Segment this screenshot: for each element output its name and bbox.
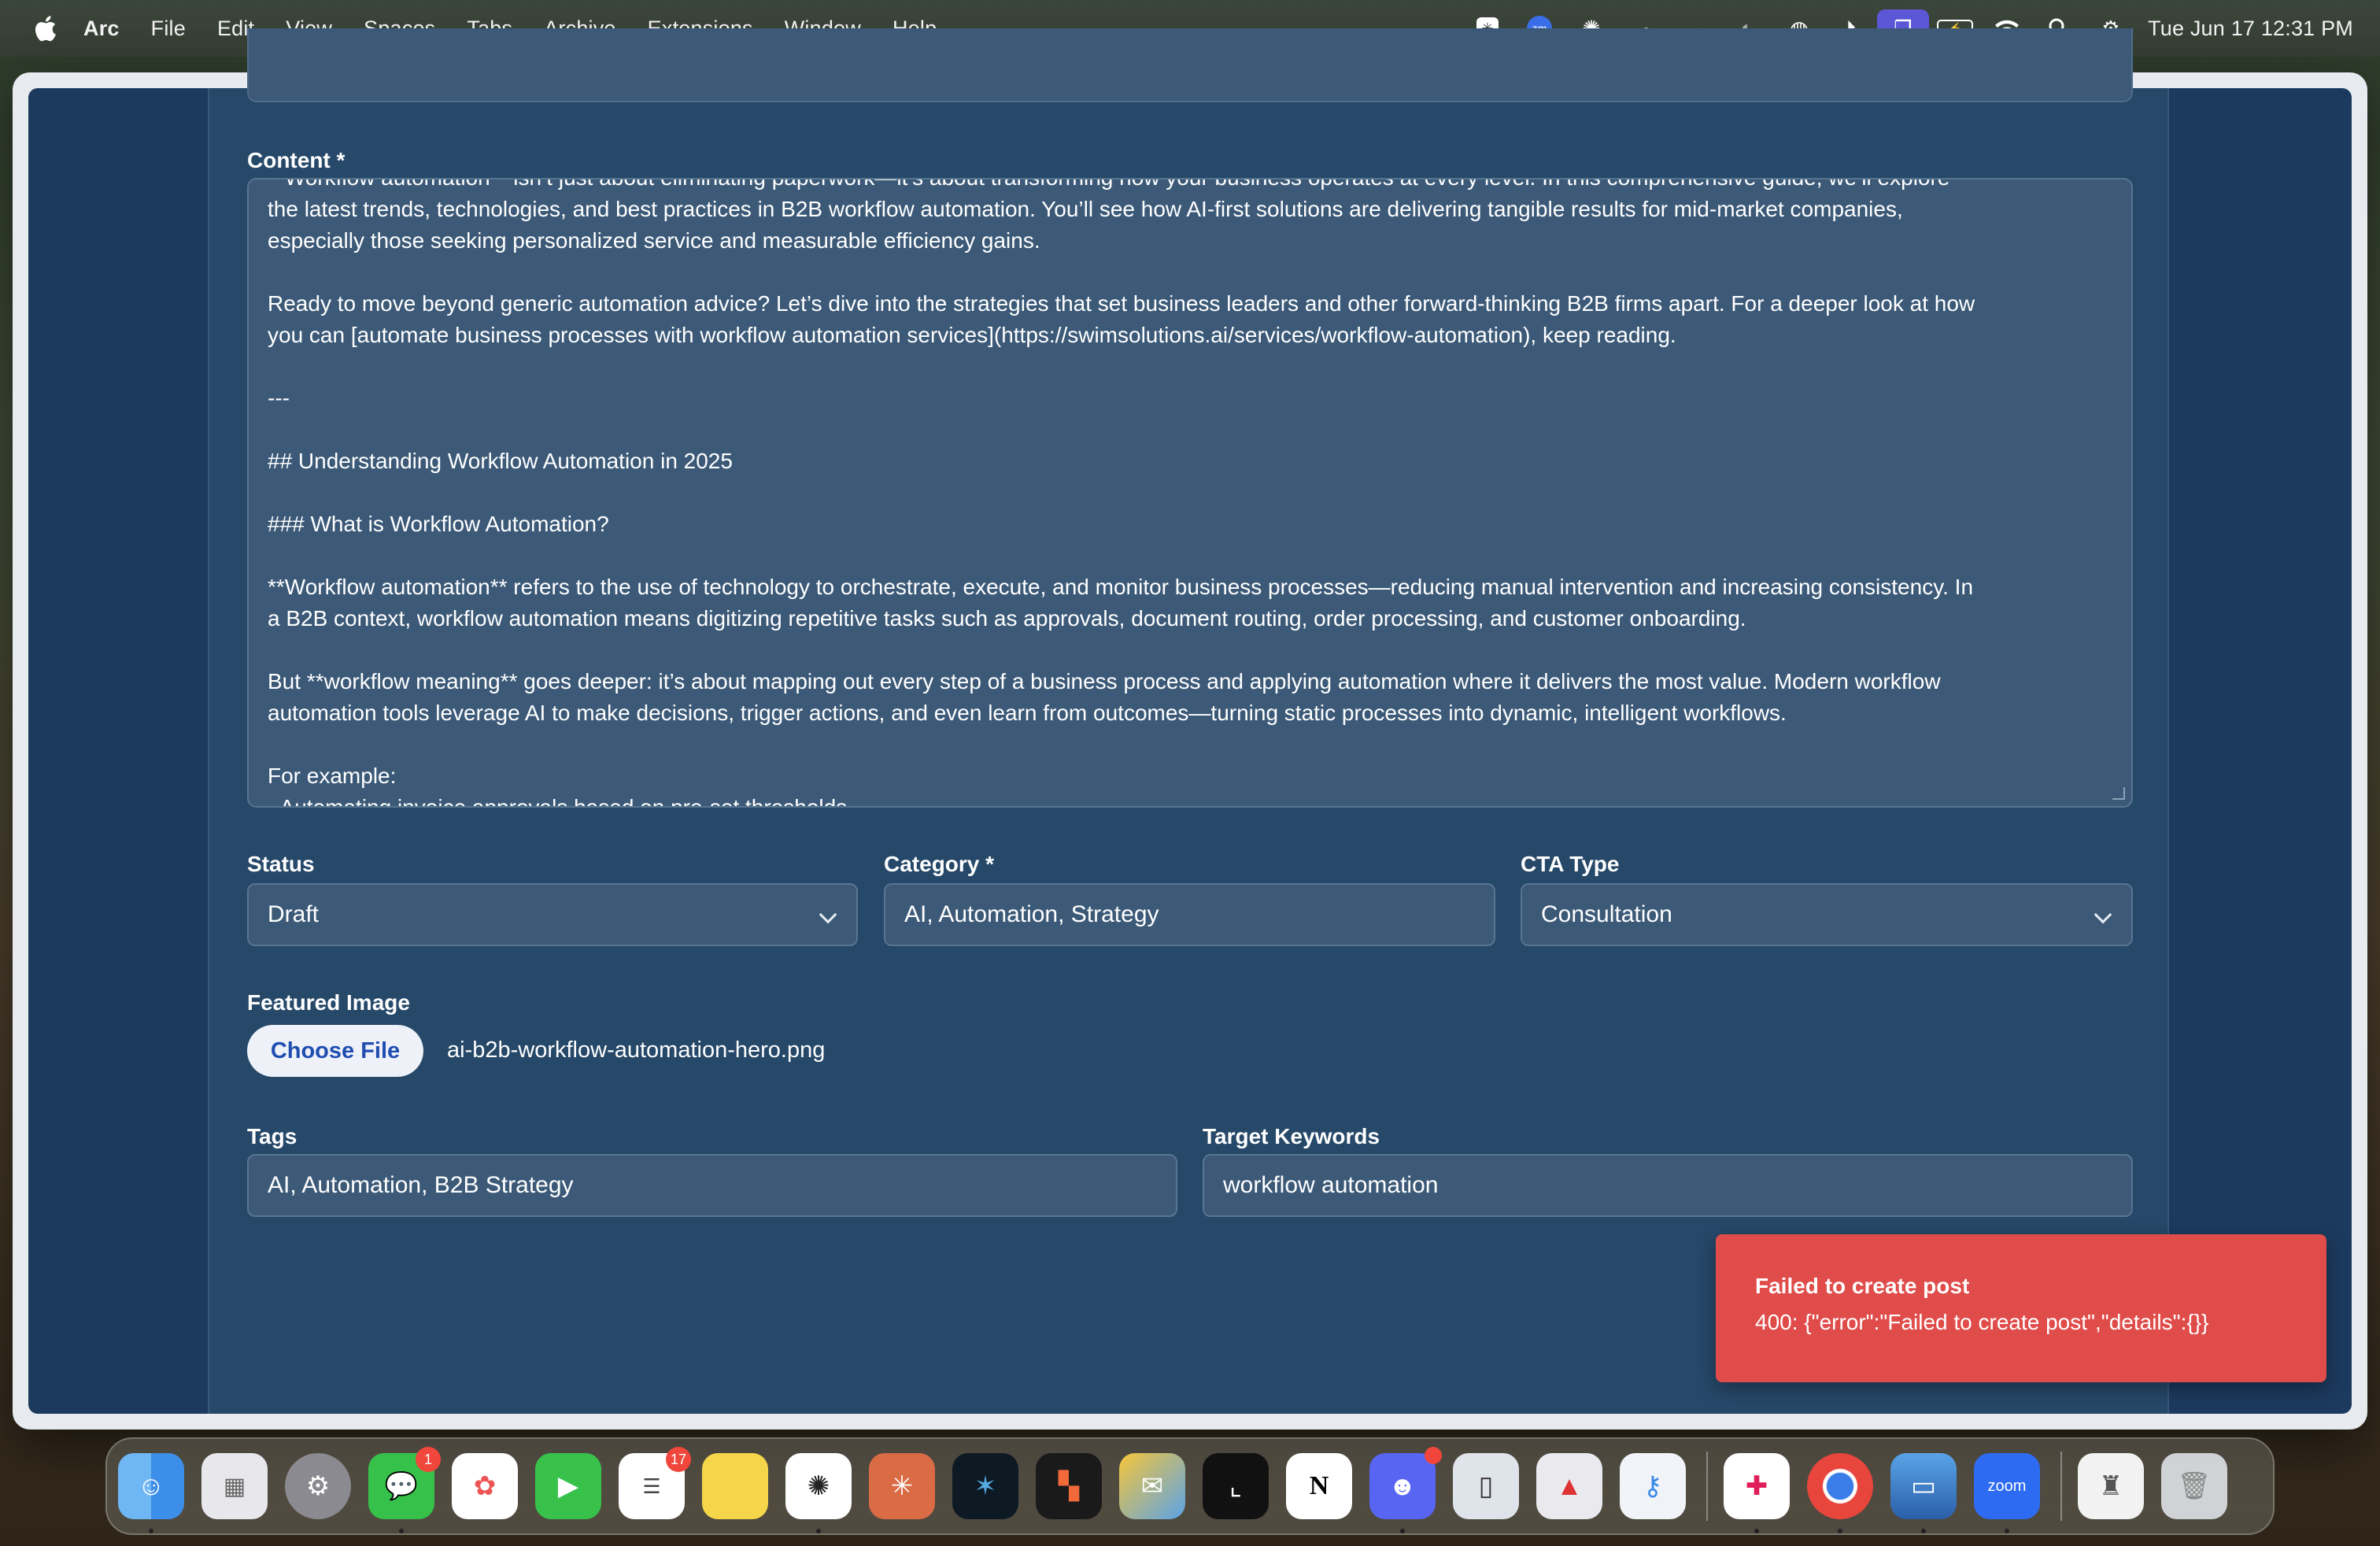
iphone-mirroring-icon[interactable]: ▯ [1453, 1453, 1519, 1519]
content-textarea[interactable]: **Workflow automation** isn’t just about… [247, 178, 2133, 808]
content-label: Content * [247, 148, 346, 172]
content-text: **Workflow automation** isn’t just about… [268, 179, 2112, 808]
messages-icon[interactable]: 💬 1 [368, 1447, 441, 1533]
content-line: ## Understanding Workflow Automation in … [268, 449, 733, 473]
resize-handle-icon[interactable] [2112, 787, 2125, 800]
finder-icon[interactable]: ☺ [118, 1453, 184, 1533]
perplexity-app-icon[interactable]: ✶ [952, 1453, 1018, 1519]
content-line: ### What is Workflow Automation? [268, 512, 609, 536]
menu-app-name[interactable]: Arc [83, 17, 120, 41]
running-indicator [1754, 1529, 1759, 1533]
chrome-icon[interactable] [1807, 1453, 1873, 1533]
content-line [268, 351, 2112, 383]
content-line: automation tools leverage AI to make dec… [268, 701, 1787, 725]
running-indicator [149, 1529, 153, 1533]
target-keywords-value: workflow automation [1223, 1172, 1439, 1198]
selected-file-name: ai-b2b-workflow-automation-hero.png [447, 1037, 826, 1063]
content-line: especially those seeking personalized se… [268, 228, 1040, 253]
content-line: you can [automate business processes wit… [268, 323, 1676, 347]
content-line [268, 414, 2112, 446]
notes-icon[interactable] [702, 1453, 768, 1519]
content-line: a B2B context, workflow automation means… [268, 606, 1746, 631]
reminders-icon[interactable]: ☰ 17 [619, 1447, 691, 1519]
clock[interactable]: Tue Jun 17 12:31 PM [2148, 17, 2353, 41]
chevron-down-icon [819, 905, 837, 924]
discord-icon[interactable]: ☻ [1369, 1447, 1442, 1533]
toast-title: Failed to create post [1755, 1274, 1970, 1298]
tags-label: Tags [247, 1124, 298, 1148]
screenshot-app-icon[interactable]: ⌞ [1203, 1453, 1269, 1519]
content-line [268, 540, 2112, 571]
running-indicator [816, 1529, 821, 1533]
choose-file-button[interactable]: Choose File [247, 1025, 423, 1077]
content-line: the latest trends, technologies, and bes… [268, 197, 1903, 221]
apple-menu-icon[interactable] [33, 15, 57, 42]
facetime-icon[interactable]: ▶ [535, 1453, 601, 1519]
photos-icon[interactable]: ✿ [452, 1453, 518, 1519]
category-value: AI, Automation, Strategy [904, 901, 1159, 927]
dock-separator [2060, 1452, 2062, 1521]
status-value: Draft [268, 901, 320, 927]
scripts-app-icon[interactable]: ▚ [1036, 1453, 1102, 1519]
trash-icon[interactable]: 🗑 [2161, 1453, 2227, 1519]
cta-type-select[interactable]: Consultation [1521, 883, 2133, 946]
category-input[interactable]: AI, Automation, Strategy [884, 883, 1495, 946]
zoom-app-icon[interactable]: zoom [1974, 1453, 2040, 1533]
dock: ☺ ▦ ⚙ 💬 1 ✿ ▶ ☰ 17 ✺ ✳ ✶ ▚ ✉ ⌞ N ☻ ▯ ▲ ⚷ ✚… [105, 1437, 2275, 1535]
error-toast[interactable]: Failed to create post 400: {"error":"Fai… [1716, 1234, 2326, 1382]
tags-value: AI, Automation, B2B Strategy [268, 1172, 574, 1198]
status-select[interactable]: Draft [247, 883, 858, 946]
notion-icon[interactable]: N [1286, 1453, 1352, 1519]
archive-utility-icon[interactable]: ♜ [2078, 1453, 2144, 1519]
menu-file[interactable]: File [151, 17, 186, 41]
slack-icon[interactable]: ✚ [1724, 1453, 1790, 1533]
airmail-icon[interactable]: ✉ [1119, 1453, 1185, 1519]
affinity-icon[interactable]: ▲ [1536, 1453, 1602, 1519]
content-line: Ready to move beyond generic automation … [268, 291, 1975, 316]
zoom-app-label: zoom [1987, 1477, 2027, 1495]
tags-input[interactable]: AI, Automation, B2B Strategy [247, 1154, 1177, 1217]
category-label: Category * [884, 852, 995, 876]
content-line: --- [268, 386, 290, 410]
content-line [268, 257, 2112, 288]
chevron-down-icon [2094, 905, 2112, 924]
running-indicator [1838, 1529, 1842, 1533]
cta-type-label: CTA Type [1521, 852, 1620, 876]
target-keywords-label: Target Keywords [1203, 1124, 1380, 1148]
system-settings-icon[interactable]: ⚙ [285, 1453, 351, 1519]
passwords-icon[interactable]: ⚷ [1620, 1453, 1686, 1519]
discord-badge [1425, 1447, 1442, 1464]
content-line [268, 477, 2112, 509]
status-label: Status [247, 852, 315, 876]
running-indicator [1921, 1529, 1926, 1533]
content-line [268, 729, 2112, 760]
running-indicator [2005, 1529, 2009, 1533]
content-line: But **workflow meaning** goes deeper: it… [268, 669, 1941, 693]
dock-separator [1706, 1452, 1708, 1521]
cta-type-value: Consultation [1541, 901, 1672, 927]
toast-message: 400: {"error":"Failed to create post","d… [1755, 1310, 2209, 1334]
target-keywords-input[interactable]: workflow automation [1203, 1154, 2133, 1217]
content-line: - Automating invoice approvals based on … [268, 795, 848, 808]
content-line: For example: [268, 764, 397, 788]
launchpad-icon[interactable]: ▦ [201, 1453, 268, 1519]
content-line [268, 634, 2112, 666]
featured-image-label: Featured Image [247, 990, 410, 1015]
screens-app-icon[interactable]: ▭ [1890, 1453, 1957, 1533]
content-line: **Workflow automation** refers to the us… [268, 575, 1974, 599]
content-line: **Workflow automation** isn’t just about… [268, 179, 2112, 194]
running-indicator [399, 1529, 404, 1533]
claude-icon[interactable]: ✳ [869, 1453, 935, 1519]
running-indicator [1400, 1529, 1405, 1533]
chatgpt-icon[interactable]: ✺ [785, 1453, 852, 1533]
excerpt-textarea[interactable] [247, 28, 2133, 102]
reminders-badge: 17 [665, 1447, 691, 1472]
messages-badge: 1 [416, 1447, 441, 1472]
